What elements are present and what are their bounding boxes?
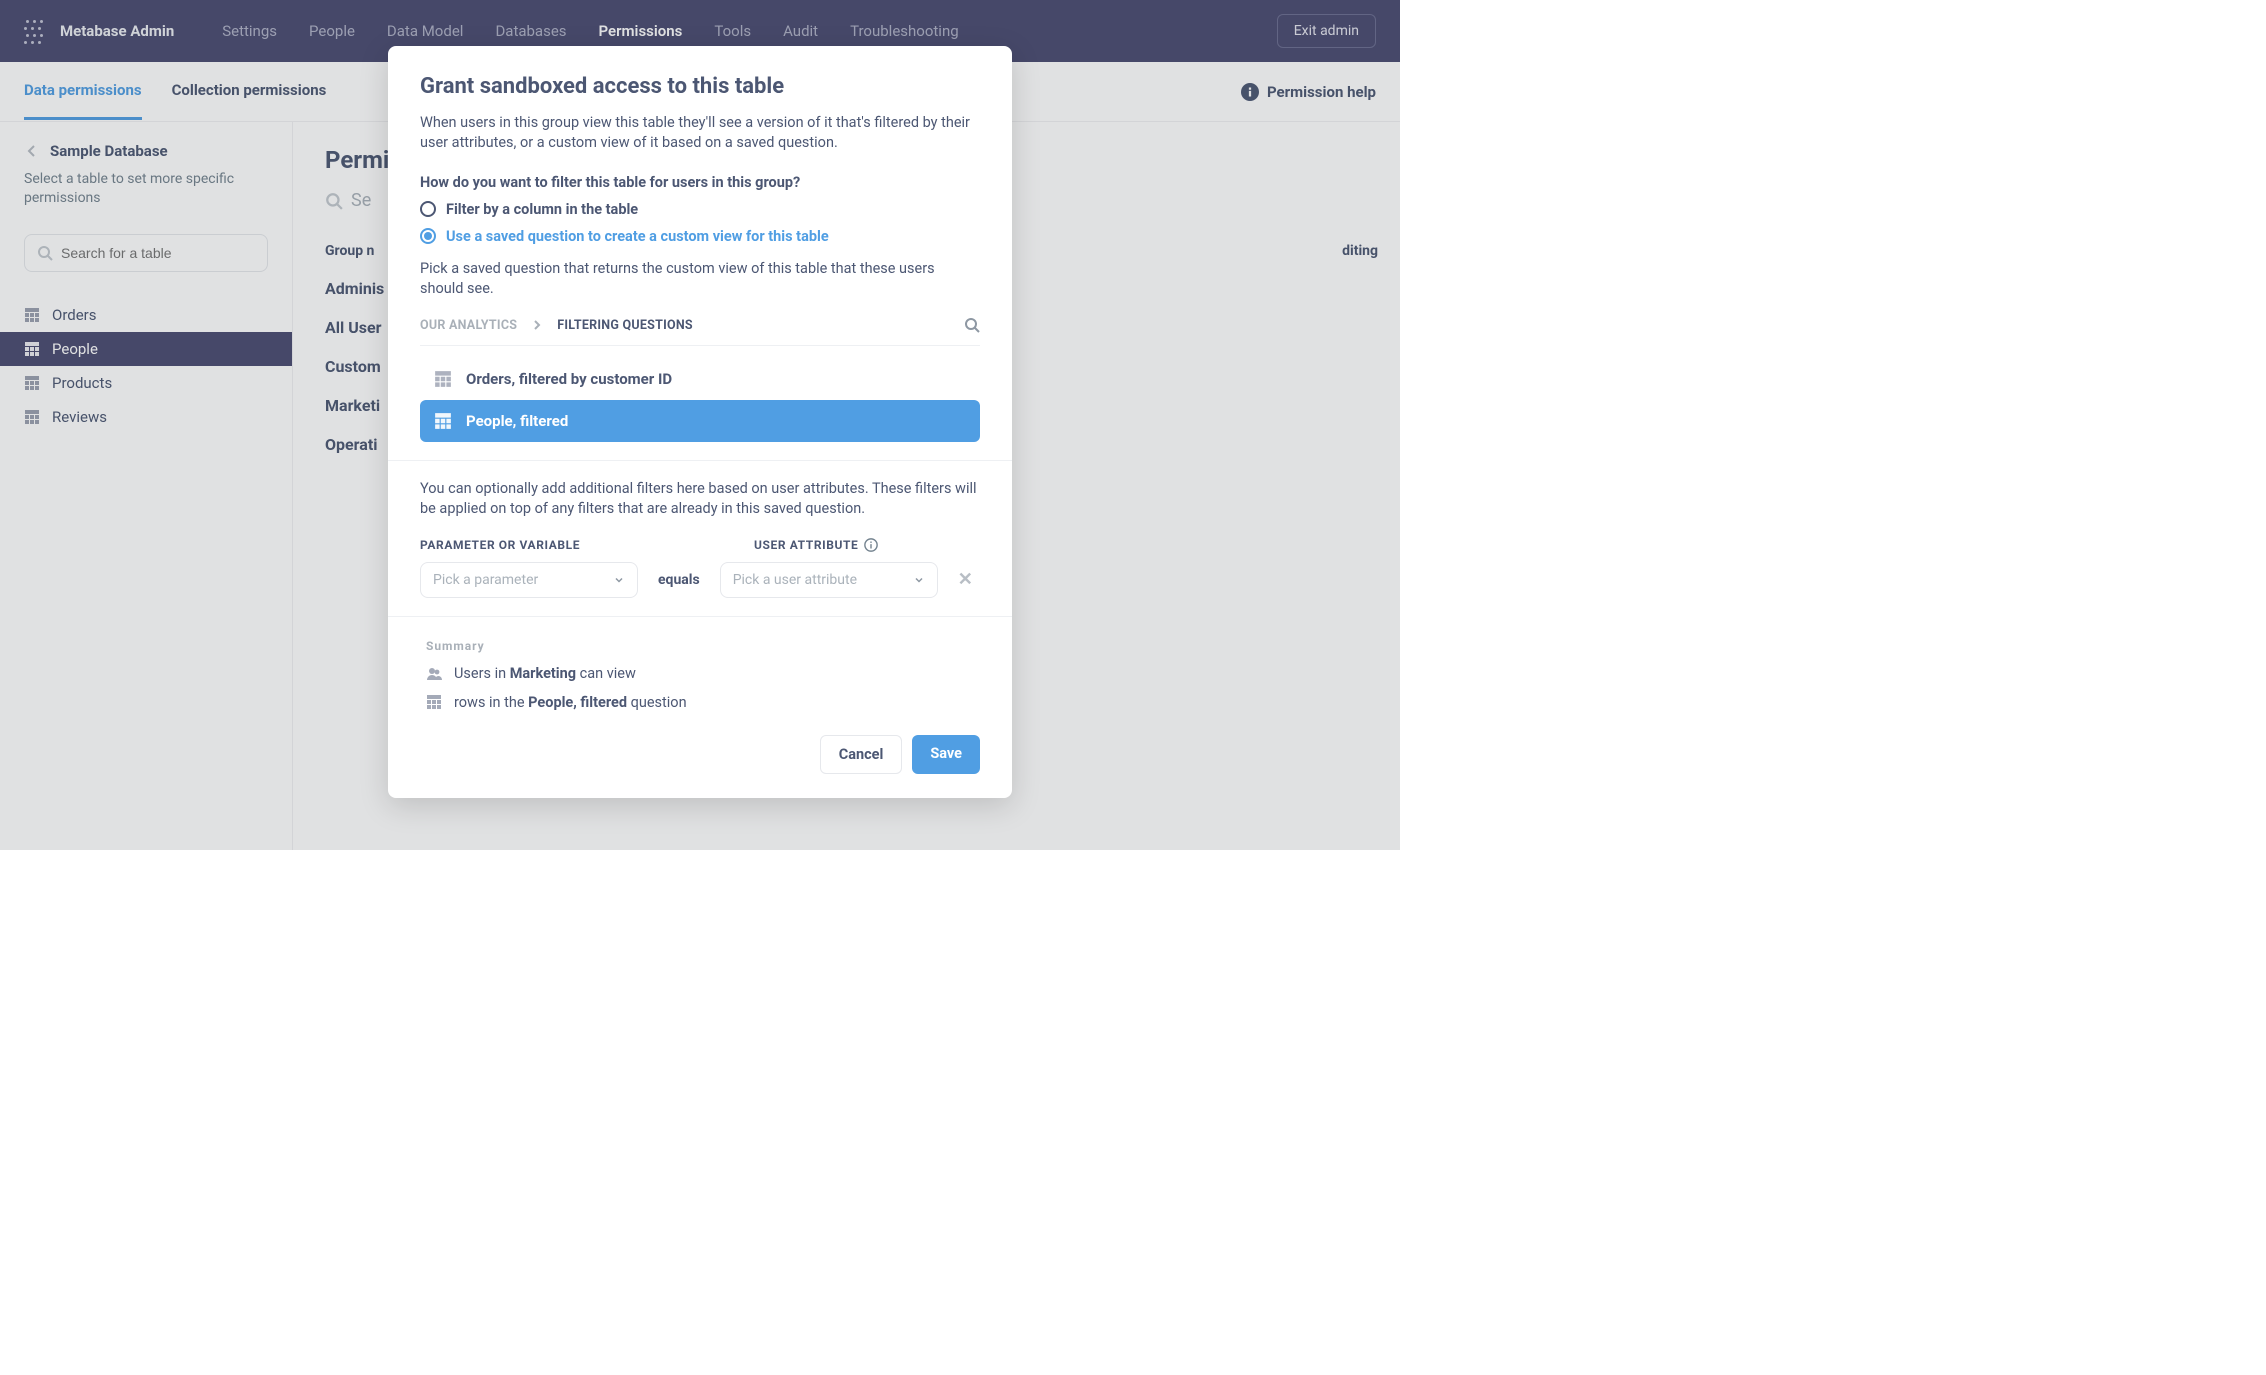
cancel-button[interactable]: Cancel xyxy=(820,735,903,774)
modal-title: Grant sandboxed access to this table xyxy=(420,74,980,99)
radio-saved-question[interactable]: Use a saved question to create a custom … xyxy=(420,228,980,245)
question-breadcrumb: Our Analytics Filtering questions xyxy=(420,317,980,346)
parameter-select[interactable]: Pick a parameter xyxy=(420,562,638,598)
summary-rows-row: rows in the People, filtered question xyxy=(426,694,980,711)
info-icon[interactable] xyxy=(864,538,878,552)
chevron-down-icon xyxy=(613,574,625,586)
question-item-people-filtered[interactable]: People, filtered xyxy=(420,400,980,442)
table-icon xyxy=(426,694,442,710)
crumb-root[interactable]: Our Analytics xyxy=(420,318,517,333)
search-icon[interactable] xyxy=(964,317,980,333)
radio-label: Use a saved question to create a custom … xyxy=(446,228,829,245)
radio-label: Filter by a column in the table xyxy=(446,201,638,218)
save-button[interactable]: Save xyxy=(912,735,980,774)
remove-filter-button[interactable]: ✕ xyxy=(958,569,973,590)
sandbox-modal: Grant sandboxed access to this table Whe… xyxy=(388,46,1012,798)
chevron-right-icon xyxy=(529,317,545,333)
question-label: Orders, filtered by customer ID xyxy=(466,370,672,388)
modal-desc: When users in this group view this table… xyxy=(420,113,980,154)
parameter-placeholder: Pick a parameter xyxy=(433,572,538,588)
radio-icon xyxy=(420,228,436,244)
table-icon xyxy=(434,370,452,388)
summary-heading: Summary xyxy=(426,639,980,653)
parameter-label: Parameter or variable xyxy=(420,538,638,552)
attribute-label: User attribute xyxy=(754,538,858,552)
question-item-orders[interactable]: Orders, filtered by customer ID xyxy=(420,358,980,400)
extra-filters-desc: You can optionally add additional filter… xyxy=(420,479,980,520)
modal-question: How do you want to filter this table for… xyxy=(420,174,980,191)
chevron-down-icon xyxy=(913,574,925,586)
table-icon xyxy=(434,412,452,430)
question-label: People, filtered xyxy=(466,412,568,430)
crumb-current: Filtering questions xyxy=(557,318,693,333)
users-icon xyxy=(426,665,442,681)
attribute-select[interactable]: Pick a user attribute xyxy=(720,562,938,598)
equals-label: equals xyxy=(658,572,700,588)
summary-users-row: Users in Marketing can view xyxy=(426,665,980,682)
attribute-placeholder: Pick a user attribute xyxy=(733,572,857,588)
radio-filter-column[interactable]: Filter by a column in the table xyxy=(420,201,980,218)
radio-icon xyxy=(420,201,436,217)
pick-desc: Pick a saved question that returns the c… xyxy=(420,259,980,300)
